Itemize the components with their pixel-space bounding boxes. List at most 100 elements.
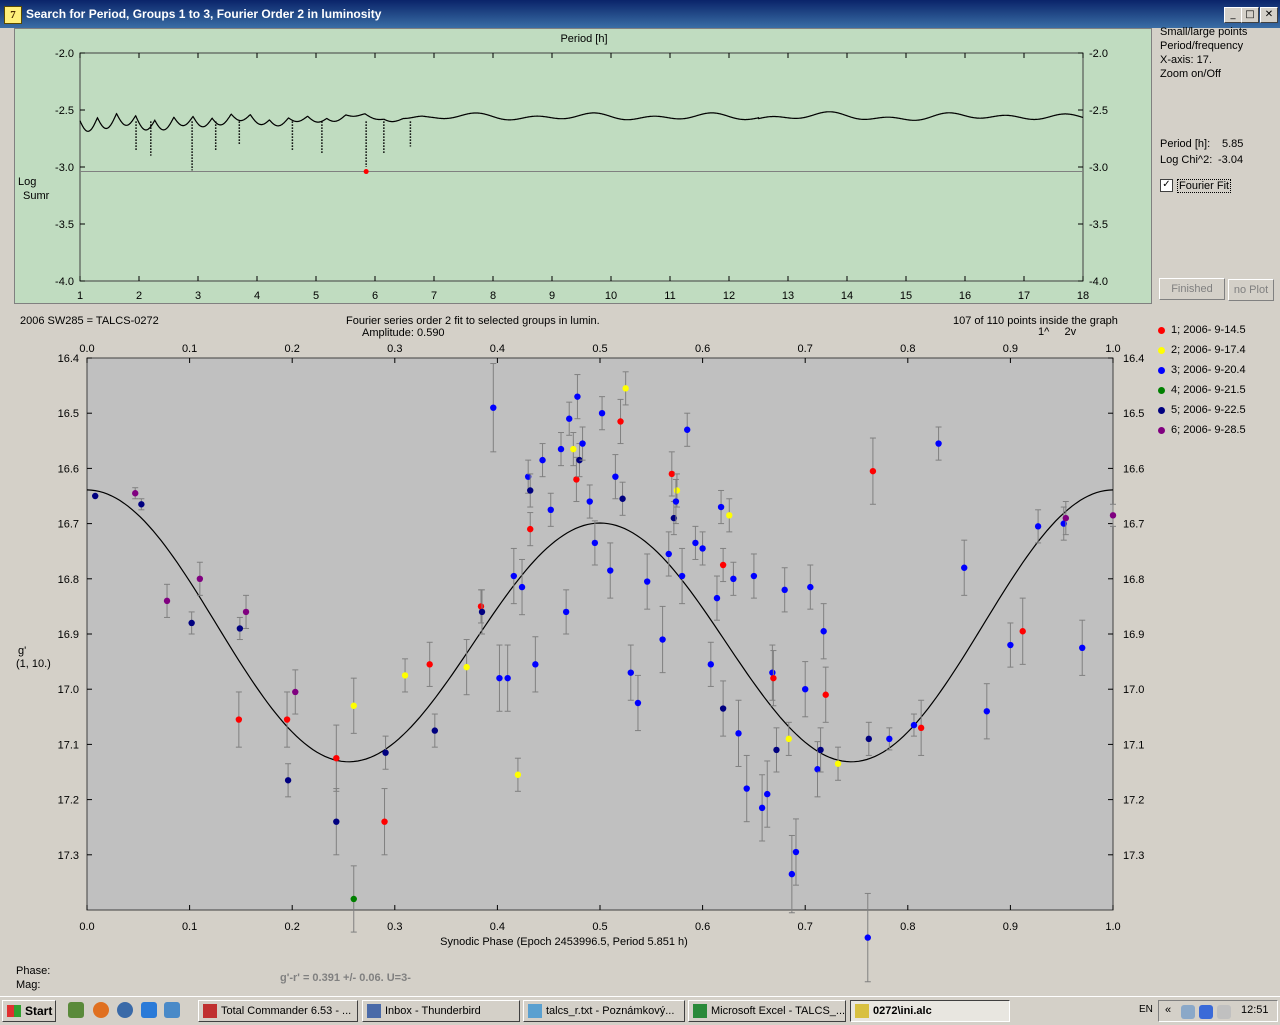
tray-bluetooth-icon[interactable] <box>1199 1005 1213 1019</box>
data-point[interactable] <box>678 572 686 580</box>
small-large-points-option[interactable]: Small/large points <box>1160 26 1247 38</box>
data-point[interactable] <box>333 818 340 825</box>
data-point[interactable] <box>401 672 409 679</box>
no-plot-button[interactable]: no Plot <box>1228 279 1274 301</box>
data-point[interactable] <box>764 790 771 798</box>
data-point[interactable] <box>717 503 725 511</box>
maximize-button[interactable]: □ <box>1241 7 1259 23</box>
data-point[interactable] <box>283 716 291 723</box>
data-point[interactable] <box>235 716 243 723</box>
data-point[interactable] <box>673 487 681 494</box>
data-point[interactable] <box>527 487 534 494</box>
data-point[interactable] <box>163 597 171 605</box>
data-point[interactable] <box>750 572 758 580</box>
tray-app-icon[interactable] <box>1181 1005 1195 1019</box>
data-point[interactable] <box>699 545 706 552</box>
data-point[interactable] <box>735 730 742 737</box>
data-point[interactable] <box>917 724 925 732</box>
language-indicator[interactable]: EN <box>1136 1000 1156 1022</box>
data-point[interactable] <box>792 848 800 856</box>
data-point[interactable] <box>292 688 299 696</box>
x-axis-option[interactable]: X-axis: 17. <box>1160 54 1212 66</box>
data-point[interactable] <box>518 583 526 591</box>
data-point[interactable] <box>781 586 788 594</box>
data-point[interactable] <box>726 512 733 519</box>
taskbar-item[interactable]: Total Commander 6.53 - ... <box>198 1000 358 1022</box>
data-point[interactable] <box>719 705 727 712</box>
data-point[interactable] <box>496 674 503 682</box>
title-bar[interactable]: 7 Search for Period, Groups 1 to 3, Four… <box>0 0 1280 28</box>
data-point[interactable] <box>910 721 918 729</box>
data-point[interactable] <box>566 415 573 422</box>
data-point[interactable] <box>490 404 497 411</box>
data-point[interactable] <box>242 608 250 616</box>
data-point[interactable] <box>612 473 619 480</box>
data-point[interactable] <box>570 445 577 453</box>
data-point[interactable] <box>188 619 195 627</box>
data-point[interactable] <box>284 777 292 784</box>
data-point[interactable] <box>1109 512 1117 519</box>
data-point[interactable] <box>586 498 593 505</box>
data-point[interactable] <box>547 506 554 513</box>
data-point[interactable] <box>807 583 814 591</box>
data-point[interactable] <box>382 749 389 756</box>
ie-icon[interactable] <box>141 1002 157 1018</box>
data-point[interactable] <box>617 418 624 425</box>
data-point[interactable] <box>788 870 796 878</box>
data-point[interactable] <box>864 934 871 941</box>
data-point[interactable] <box>743 785 750 792</box>
taskbar-item[interactable]: Microsoft Excel - TALCS_... <box>688 1000 846 1022</box>
data-point[interactable] <box>730 575 737 582</box>
data-point[interactable] <box>622 385 629 392</box>
start-button[interactable]: Start <box>2 1000 56 1022</box>
data-point[interactable] <box>477 603 485 610</box>
data-point[interactable] <box>643 578 651 585</box>
data-point[interactable] <box>983 708 991 715</box>
data-point[interactable] <box>834 760 842 767</box>
data-point[interactable] <box>598 410 606 417</box>
data-point[interactable] <box>659 636 666 643</box>
data-point[interactable] <box>236 625 244 632</box>
period-frequency-option[interactable]: Period/frequency <box>1160 40 1243 52</box>
finished-button[interactable]: Finished <box>1159 278 1225 300</box>
data-point[interactable] <box>562 608 570 616</box>
data-point[interactable] <box>822 691 829 698</box>
data-point[interactable] <box>132 490 139 497</box>
data-point[interactable] <box>573 476 580 483</box>
data-point[interactable] <box>770 674 777 682</box>
data-point[interactable] <box>527 525 534 533</box>
data-point[interactable] <box>935 440 942 447</box>
data-point[interactable] <box>138 501 145 508</box>
fourier-fit-checkbox[interactable]: ✓ <box>1160 179 1173 192</box>
tray-volume-icon[interactable] <box>1217 1005 1231 1019</box>
data-point[interactable] <box>773 746 780 754</box>
data-point[interactable] <box>707 661 715 668</box>
data-point[interactable] <box>869 467 877 475</box>
data-point[interactable] <box>814 766 821 773</box>
data-point[interactable] <box>627 669 634 676</box>
data-point[interactable] <box>591 539 599 547</box>
data-point[interactable] <box>431 727 439 734</box>
data-point[interactable] <box>820 628 827 635</box>
data-point[interactable] <box>579 440 586 447</box>
zoom-option[interactable]: Zoom on/Off <box>1160 68 1221 80</box>
firefox-icon[interactable] <box>93 1002 109 1018</box>
data-point[interactable] <box>769 669 776 676</box>
data-point[interactable] <box>350 895 357 903</box>
data-point[interactable] <box>532 661 539 668</box>
fourier-fit-label[interactable]: Fourier Fit <box>1177 179 1232 193</box>
data-point[interactable] <box>1062 514 1070 522</box>
data-point[interactable] <box>634 699 642 707</box>
data-point[interactable] <box>961 564 968 571</box>
phase-plot[interactable]: 0.0 0.0 0.1 0.1 0.2 0.2 0.3 0.3 0.4 0.4 0.5 0.5 0.6 0… <box>0 330 1150 990</box>
data-point[interactable] <box>1019 628 1026 635</box>
data-point[interactable] <box>713 594 721 602</box>
data-point[interactable] <box>196 575 204 582</box>
data-point[interactable] <box>478 608 486 616</box>
data-point[interactable] <box>92 492 99 500</box>
quicklaunch-app-icon[interactable] <box>68 1002 84 1018</box>
minimize-button[interactable]: _ <box>1224 7 1242 23</box>
data-point[interactable] <box>865 735 873 743</box>
tray-expand-icon[interactable]: « <box>1165 1004 1171 1016</box>
data-point[interactable] <box>692 539 699 547</box>
